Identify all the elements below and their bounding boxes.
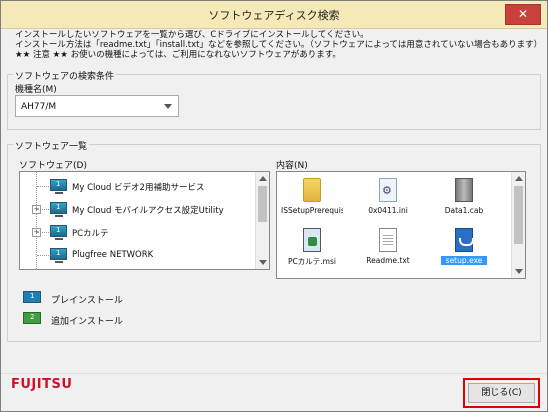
scroll-down-icon[interactable] <box>515 269 523 274</box>
software-column-label: ソフトウェア(D) <box>19 161 87 171</box>
tree-item[interactable]: 1 Plugfree NETWORK <box>26 245 254 265</box>
scrollbar-thumb[interactable] <box>258 186 267 222</box>
title-bar[interactable]: ソフトウェアディスク検索 ✕ <box>1 1 547 29</box>
instruction-line-1: インストールしたいソフトウェアを一覧から選び、Cドライブにインストールしてくださ… <box>15 30 369 40</box>
file-item[interactable]: ISSetupPrerequis... <box>281 176 343 226</box>
tree-item-selected[interactable]: + 1 PCカルテ <box>26 222 254 242</box>
content-file-view[interactable]: ISSetupPrerequis... 0x0411.ini Data1.cab… <box>276 171 526 279</box>
software-tree[interactable]: 1 My Cloud ビデオ2用補助サービス + 1 My Cloud モバイル… <box>19 171 270 270</box>
tree-connector <box>37 232 49 233</box>
folder-icon <box>303 178 321 202</box>
instruction-line-3: ★★ 注意 ★★ お使いの機種によっては、ご利用になれないソフトウェアがあります… <box>15 50 341 60</box>
content-scrollbar[interactable] <box>511 172 525 278</box>
file-item-selected[interactable]: setup.exe <box>433 226 495 276</box>
tree-item-label: My Cloud モバイルアクセス設定Utility <box>72 206 224 216</box>
tree-item[interactable]: 1 My Cloud ビデオ2用補助サービス <box>26 176 254 196</box>
window-close-button[interactable]: ✕ <box>505 4 541 25</box>
scroll-up-icon[interactable] <box>515 176 523 181</box>
legend-preinstall-label: プレインストール <box>51 296 123 306</box>
setup-icon <box>455 228 474 252</box>
scroll-up-icon[interactable] <box>259 176 267 181</box>
tree-item[interactable]: + 1 My Cloud モバイルアクセス設定Utility <box>26 199 254 219</box>
instruction-line-2: インストール方法は「readme.txt」「install.txt」などを参照し… <box>15 40 543 50</box>
preinstall-icon: 1 <box>50 179 67 194</box>
file-item[interactable]: Data1.cab <box>433 176 495 226</box>
additional-install-icon: 2 <box>23 312 41 324</box>
dialog-window: ソフトウェアディスク検索 ✕ インストールしたいソフトウェアを一覧から選び、Cド… <box>0 0 548 412</box>
text-file-icon <box>379 228 397 252</box>
instructions: インストールしたいソフトウェアを一覧から選び、Cドライブにインストールしてくださ… <box>15 30 542 60</box>
settings-file-icon <box>379 178 397 202</box>
close-button[interactable]: 閉じる(C) <box>468 383 535 403</box>
fujitsu-logo: FUJITSU <box>11 377 73 392</box>
software-list-label: ソフトウェア一覧 <box>13 139 90 152</box>
window-title: ソフトウェアディスク検索 <box>208 9 340 22</box>
model-name-select[interactable]: AH77/M <box>15 95 179 117</box>
tree-connector <box>37 209 49 210</box>
model-name-value: AH77/M <box>21 102 57 112</box>
legend-addinstall-label: 追加インストール <box>51 317 123 327</box>
cabinet-file-icon <box>455 178 473 202</box>
tree-scrollbar[interactable] <box>255 172 269 269</box>
tree-connector <box>37 186 49 187</box>
file-item[interactable]: 0x0411.ini <box>357 176 419 226</box>
preinstall-icon: 1 <box>50 225 67 240</box>
file-name: Readme.txt <box>366 256 410 265</box>
file-name: Data1.cab <box>444 206 484 215</box>
preinstall-icon: 1 <box>23 291 41 303</box>
file-name: ISSetupPrerequis... <box>281 206 343 215</box>
footer-divider <box>1 373 547 374</box>
scrollbar-thumb[interactable] <box>514 186 523 244</box>
search-criteria-label: ソフトウェアの検索条件 <box>13 69 117 82</box>
file-name: 0x0411.ini <box>368 206 408 215</box>
file-name: setup.exe <box>441 256 487 265</box>
tree-connector <box>37 255 49 256</box>
tree-item-label: PCカルテ <box>72 229 109 239</box>
scroll-down-icon[interactable] <box>259 260 267 265</box>
file-name: PCカルテ.msi <box>288 257 336 266</box>
file-item[interactable]: Readme.txt <box>357 226 419 276</box>
chevron-down-icon <box>164 104 172 109</box>
preinstall-icon: 1 <box>50 202 67 217</box>
tree-item-label: My Cloud ビデオ2用補助サービス <box>72 183 205 193</box>
content-column-label: 内容(N) <box>276 161 308 171</box>
file-item[interactable]: PCカルテ.msi <box>281 226 343 276</box>
installer-icon <box>303 228 321 252</box>
model-name-label: 機種名(M) <box>15 85 57 95</box>
preinstall-icon: 1 <box>50 248 67 263</box>
tree-item-label: Plugfree NETWORK <box>72 250 154 260</box>
